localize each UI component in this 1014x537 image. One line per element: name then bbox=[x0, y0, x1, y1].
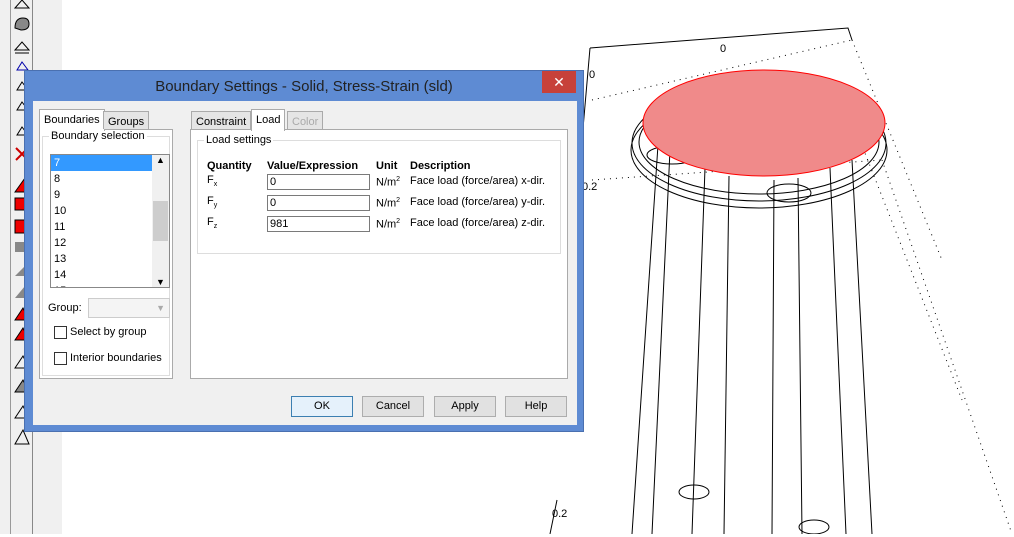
select-by-group-label: Select by group bbox=[70, 326, 147, 338]
scroll-thumb[interactable] bbox=[153, 201, 168, 241]
selected-boundary-face bbox=[642, 69, 886, 177]
quantity-label: Fz bbox=[207, 216, 218, 231]
header-quantity: Quantity bbox=[207, 160, 252, 172]
boundary-selection-legend: Boundary selection bbox=[51, 130, 145, 142]
axis-label: 0.2 bbox=[582, 181, 597, 193]
load-value-input[interactable]: 0 bbox=[267, 174, 370, 190]
dialog-body: Boundary selection 7 8 9 10 11 12 13 14 … bbox=[33, 101, 577, 425]
boundaries-pane: Boundary selection 7 8 9 10 11 12 13 14 … bbox=[39, 129, 173, 379]
load-value-input[interactable]: 981 bbox=[267, 216, 370, 232]
axis-label: 0.2 bbox=[552, 508, 567, 520]
scroll-down-icon[interactable]: ▼ bbox=[152, 277, 169, 287]
constraint-icon bbox=[13, 0, 31, 9]
unit-label: N/m2 bbox=[376, 197, 401, 210]
list-scrollbar[interactable]: ▲ ▼ bbox=[152, 155, 169, 287]
load-settings-group: Load settings bbox=[197, 134, 561, 254]
left-strip bbox=[0, 0, 11, 534]
axis-label: 0 bbox=[589, 69, 595, 81]
group-select[interactable]: ▼ bbox=[88, 298, 170, 318]
help-button[interactable]: Help bbox=[505, 396, 567, 417]
group-label: Group: bbox=[48, 302, 82, 314]
tab-constraint[interactable]: Constraint bbox=[191, 111, 252, 129]
unit-label: N/m2 bbox=[376, 218, 401, 231]
description-label: Face load (force/area) y-dir. bbox=[410, 196, 546, 208]
tab-load[interactable]: Load bbox=[251, 109, 286, 131]
close-button[interactable]: ✕ bbox=[542, 71, 576, 93]
tab-groups[interactable]: Groups bbox=[103, 111, 150, 129]
point-constraint-icon bbox=[13, 41, 31, 54]
dialog-title: Boundary Settings - Solid, Stress-Strain… bbox=[155, 78, 453, 95]
load-value-input[interactable]: 0 bbox=[267, 195, 370, 211]
apply-button[interactable]: Apply bbox=[434, 396, 496, 417]
scroll-up-icon[interactable]: ▲ bbox=[152, 155, 169, 165]
header-value: Value/Expression bbox=[267, 160, 359, 172]
load-settings-legend: Load settings bbox=[206, 134, 272, 146]
interior-boundaries-label: Interior boundaries bbox=[70, 352, 162, 364]
tab-color: Color bbox=[287, 111, 324, 129]
quantity-label: Fx bbox=[207, 174, 218, 189]
description-label: Face load (force/area) x-dir. bbox=[410, 175, 546, 187]
cancel-button[interactable]: Cancel bbox=[362, 396, 424, 417]
ok-button[interactable]: OK bbox=[291, 396, 353, 417]
boundary-settings-dialog: Boundary Settings - Solid, Stress-Strain… bbox=[24, 70, 584, 432]
header-unit: Unit bbox=[376, 160, 398, 172]
quantity-label: Fy bbox=[207, 195, 218, 210]
header-description: Description bbox=[410, 160, 471, 172]
axis-label: 0 bbox=[720, 43, 726, 55]
tab-boundaries[interactable]: Boundaries bbox=[39, 109, 105, 131]
load-pane: Load settings Quantity Value/Expression … bbox=[190, 129, 568, 379]
unit-label: N/m2 bbox=[376, 176, 401, 189]
select-by-group-checkbox[interactable] bbox=[54, 326, 67, 339]
description-label: Face load (force/area) z-dir. bbox=[410, 217, 546, 229]
rotate-icon bbox=[14, 17, 30, 31]
boundary-list[interactable]: 7 8 9 10 11 12 13 14 15 ▲ ▼ bbox=[50, 154, 170, 288]
interior-boundaries-checkbox[interactable] bbox=[54, 352, 67, 365]
